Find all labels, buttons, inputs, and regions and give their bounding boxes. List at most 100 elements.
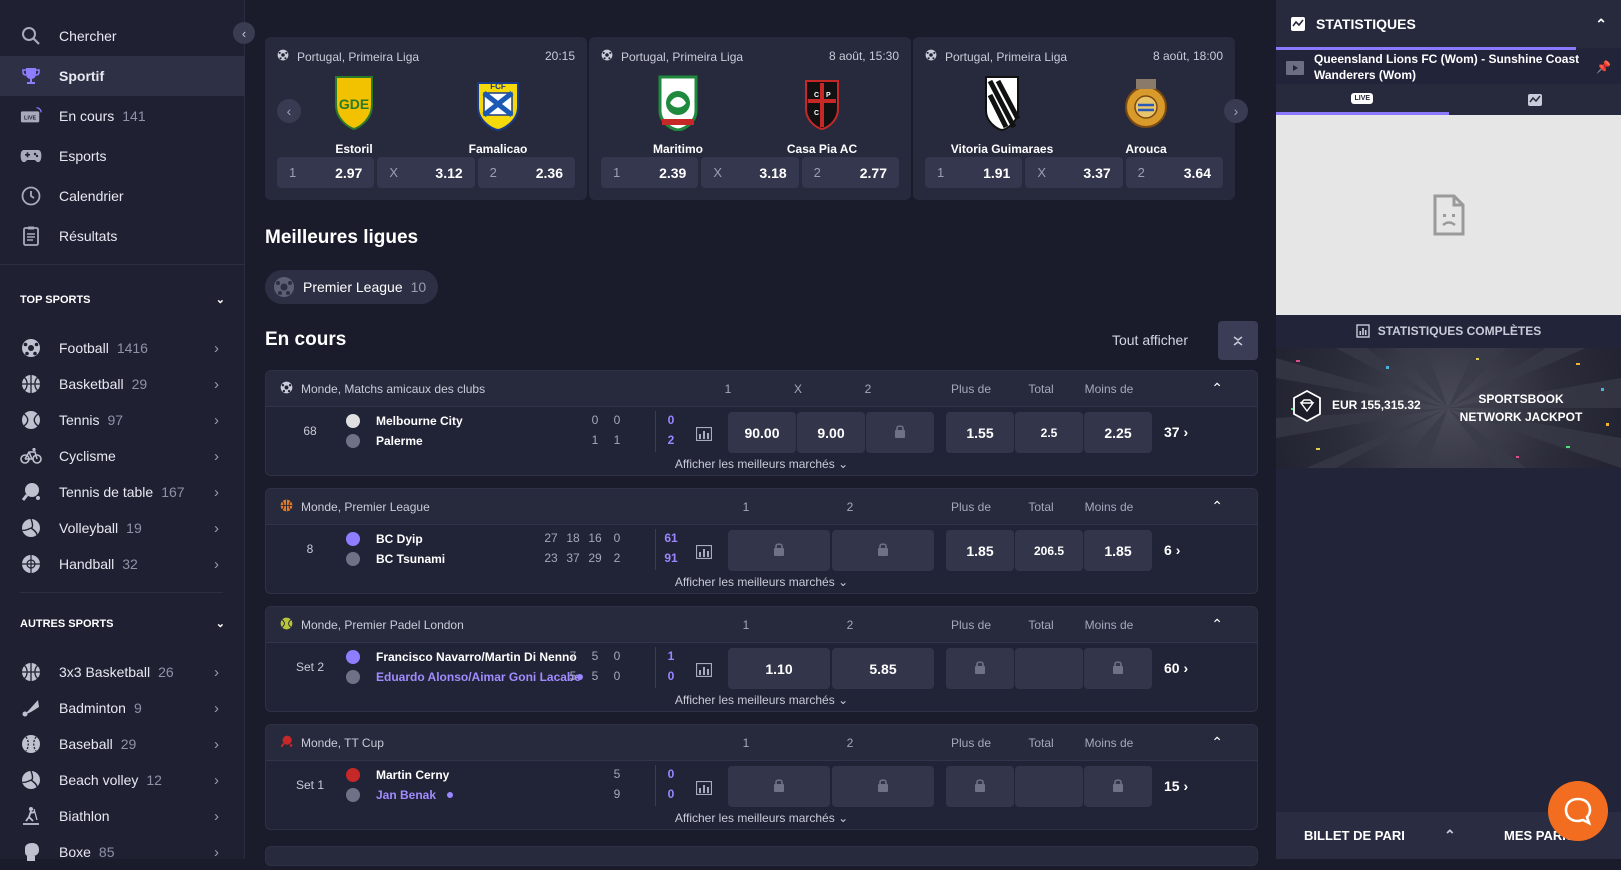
video-player[interactable] (1276, 115, 1621, 315)
best-markets-link[interactable]: Afficher les meilleurs marchés ⌄ (266, 811, 1257, 825)
away-team-crest-icon (1122, 75, 1170, 131)
chevron-up-icon[interactable]: ⌃ (1211, 380, 1223, 397)
stats-header[interactable]: STATISTIQUES ⌃ (1276, 0, 1621, 48)
nav-item-r-sultats[interactable]: Résultats (0, 216, 245, 256)
stats-icon[interactable] (696, 781, 712, 795)
live-match-card: Monde, Matchs amicaux des clubs1X2Plus d… (265, 370, 1258, 476)
odds-button[interactable]: 5.85 (832, 648, 934, 689)
sport-item-handball[interactable]: Handball32› (0, 546, 245, 582)
best-markets-link[interactable]: Afficher les meilleurs marchés ⌄ (266, 457, 1257, 471)
lock-icon (974, 660, 986, 677)
odds-button[interactable]: 1.85 (946, 530, 1014, 571)
show-all-link[interactable]: Tout afficher (1112, 332, 1188, 348)
set-score: 0 (609, 531, 625, 545)
more-markets-button[interactable]: 15 › (1164, 778, 1188, 794)
odds-button[interactable]: 12.97 (277, 157, 374, 188)
best-markets-link[interactable]: Afficher les meilleurs marchés ⌄ (266, 693, 1257, 707)
sport-count: 167 (161, 484, 184, 500)
odds-button[interactable]: 9.00 (797, 412, 865, 453)
sport-label: Boxe (59, 844, 91, 860)
collapse-all-button[interactable] (1218, 321, 1258, 360)
other-sports-header[interactable]: AUTRES SPORTS ⌄ (20, 617, 225, 630)
set-score: 27 (543, 531, 559, 545)
chevron-up-icon[interactable]: ⌃ (1211, 498, 1223, 515)
nav-item-sportif[interactable]: Sportif (0, 56, 245, 96)
match-row[interactable]: 8BC DyipBC Tsunami2723183716290261911.85… (266, 525, 1257, 575)
jackpot-amount: EUR 155,315.32 (1332, 398, 1421, 412)
basketball-icon (20, 373, 42, 395)
odds-button[interactable]: 206.5 (1015, 530, 1083, 571)
odds-button[interactable]: 12.39 (601, 157, 698, 188)
chat-button[interactable] (1548, 781, 1608, 841)
odds-button[interactable]: 1.85 (1084, 530, 1152, 571)
tennis-icon (280, 617, 293, 633)
odds-button[interactable]: X3.37 (1025, 157, 1122, 188)
match-row[interactable]: 68Melbourne CityPalerme01010290.009.001.… (266, 407, 1257, 457)
nav-item-esports[interactable]: Esports (0, 136, 245, 176)
chevron-up-icon[interactable]: ⌃ (1211, 616, 1223, 633)
market-column-header: 1 (711, 736, 781, 750)
odds-button[interactable] (1015, 766, 1083, 807)
odds-button[interactable]: X3.12 (377, 157, 474, 188)
sport-item-basketball[interactable]: Basketball29› (0, 366, 245, 402)
chevron-down-icon: ⌄ (838, 457, 848, 471)
sport-label: Tennis (59, 412, 99, 428)
match-row[interactable]: Set 1Martin CernyJan Benak590015 › (266, 761, 1257, 811)
featured-match-card[interactable]: Portugal, Primeira Liga8 août, 15:30Mari… (589, 37, 911, 200)
full-stats-link[interactable]: STATISTIQUES COMPLÈTES (1276, 315, 1621, 347)
odds-button[interactable] (1015, 648, 1083, 689)
match-clock: 68 (280, 424, 340, 438)
jackpot-title: SPORTSBOOK NETWORK JACKPOT (1456, 390, 1586, 426)
odds-button[interactable]: 22.77 (802, 157, 899, 188)
live-tv-icon: LIVE (20, 105, 42, 127)
jackpot-banner[interactable]: EUR 155,315.32 SPORTSBOOK NETWORK JACKPO… (1276, 348, 1621, 468)
sport-item-baseball[interactable]: Baseball29› (0, 726, 245, 762)
tab-stats[interactable] (1449, 84, 1621, 115)
chevron-up-icon: ⌃ (1444, 827, 1456, 844)
sport-item-boxe[interactable]: Boxe85› (0, 834, 245, 870)
stats-icon[interactable] (696, 663, 712, 677)
featured-match-card[interactable]: Portugal, Primeira Liga8 août, 18:00Vito… (913, 37, 1235, 200)
sport-item-3x3-basketball[interactable]: 3x3 Basketball26› (0, 654, 245, 690)
market-column-header: Moins de (1074, 736, 1144, 750)
league-pill-premier-league[interactable]: Premier League 10 (265, 270, 438, 304)
odds-button[interactable]: 22.36 (478, 157, 575, 188)
odds-button[interactable]: 11.91 (925, 157, 1022, 188)
sport-item-football[interactable]: Football1416› (0, 330, 245, 366)
odds-button[interactable]: 90.00 (728, 412, 796, 453)
sport-item-cyclisme[interactable]: Cyclisme› (0, 438, 245, 474)
odds-button[interactable]: 2.25 (1084, 412, 1152, 453)
carousel-next-button[interactable]: › (1224, 99, 1248, 123)
chevron-right-icon: › (214, 556, 219, 573)
odds-button[interactable]: 1.55 (946, 412, 1014, 453)
featured-match-card[interactable]: Portugal, Primeira Liga20:15GDEEstorilFC… (265, 37, 587, 200)
odds-button[interactable]: 2.5 (1015, 412, 1083, 453)
best-markets-link[interactable]: Afficher les meilleurs marchés ⌄ (266, 575, 1257, 589)
sport-item-badminton[interactable]: Badminton9› (0, 690, 245, 726)
match-row[interactable]: Set 2Francisco Navarro/Martin Di NennoEd… (266, 643, 1257, 693)
nav-item-en-cours[interactable]: LIVEEn cours141 (0, 96, 245, 136)
sport-item-beach-volley[interactable]: Beach volley12› (0, 762, 245, 798)
odds-button[interactable]: 1.10 (728, 648, 830, 689)
stats-icon[interactable] (696, 545, 712, 559)
more-markets-button[interactable]: 6 › (1164, 542, 1180, 558)
more-markets-button[interactable]: 60 › (1164, 660, 1188, 676)
sport-item-volleyball[interactable]: Volleyball19› (0, 510, 245, 546)
sport-item-tennis[interactable]: Tennis97› (0, 402, 245, 438)
collapse-sidebar-button[interactable]: ‹ (233, 22, 255, 44)
odds-button[interactable]: X3.18 (701, 157, 798, 188)
carousel-prev-button[interactable]: ‹ (277, 99, 301, 123)
stats-icon[interactable] (696, 427, 712, 441)
full-stats-label: STATISTIQUES COMPLÈTES (1378, 324, 1542, 338)
sport-item-tennis-de-table[interactable]: Tennis de table167› (0, 474, 245, 510)
pin-icon[interactable]: 📌 (1596, 60, 1611, 74)
more-markets-button[interactable]: 37 › (1164, 424, 1188, 440)
chevron-up-icon[interactable]: ⌃ (1211, 734, 1223, 751)
nav-item-chercher[interactable]: Chercher (0, 16, 245, 56)
tab-live[interactable]: LIVE (1276, 84, 1449, 115)
stats-match-row[interactable]: Queensland Lions FC (Wom) - Sunshine Coa… (1276, 50, 1621, 83)
nav-item-calendrier[interactable]: Calendrier (0, 176, 245, 216)
sport-item-biathlon[interactable]: Biathlon› (0, 798, 245, 834)
odds-button[interactable]: 23.64 (1126, 157, 1223, 188)
top-sports-header[interactable]: TOP SPORTS ⌄ (20, 293, 225, 306)
